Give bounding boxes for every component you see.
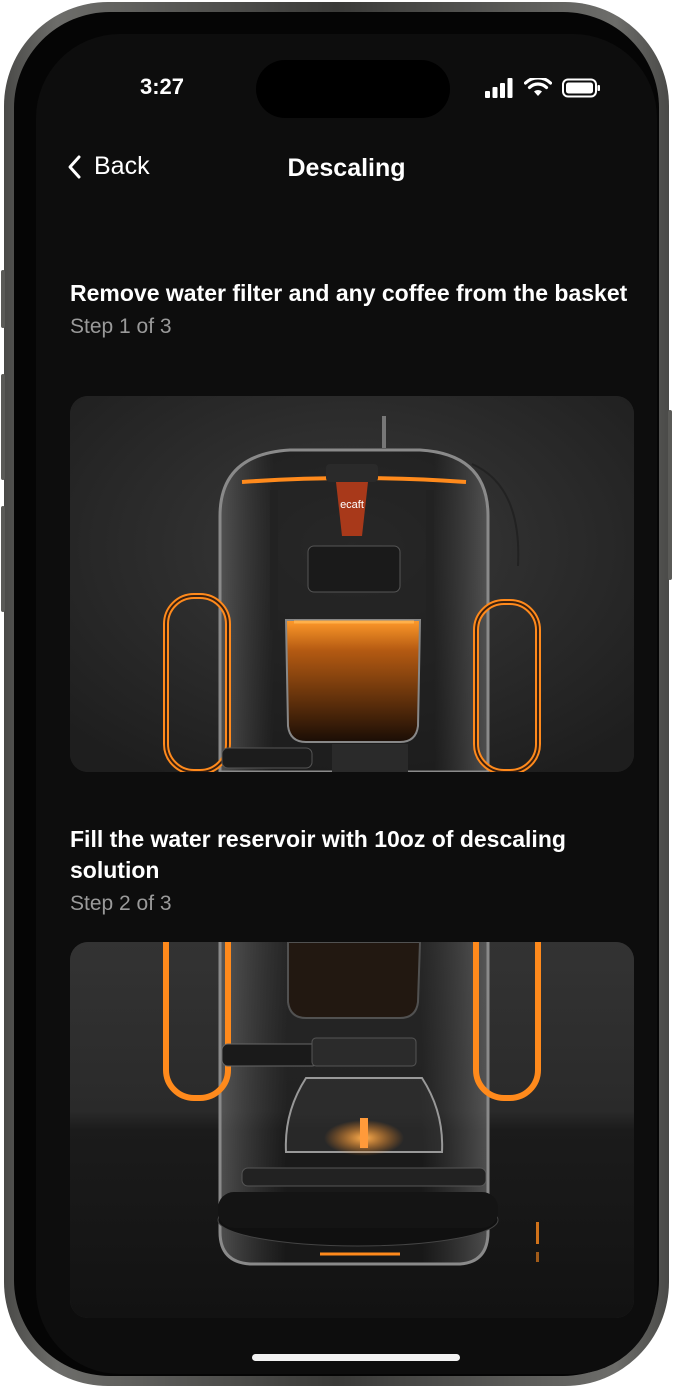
page-title: Descaling — [287, 154, 406, 182]
battery-icon — [562, 78, 600, 98]
cellular-signal-icon — [485, 78, 513, 98]
action-button — [1, 270, 5, 328]
phone-frame: 3:27 Back Descaling Remove water filter … — [1, 2, 672, 1386]
status-icons — [484, 76, 602, 100]
navigation-bar: Back Descaling — [36, 144, 657, 194]
bezel: 3:27 Back Descaling Remove water filter … — [14, 12, 659, 1376]
coffee-machine-base-photo — [70, 942, 634, 1318]
volume-up-button — [1, 374, 5, 480]
screen: 3:27 Back Descaling Remove water filter … — [36, 34, 657, 1374]
power-button — [668, 410, 672, 580]
dynamic-island — [256, 60, 450, 118]
coffee-machine-photo: ecaft — [70, 396, 634, 772]
step-header: Remove water filter and any coffee from … — [70, 278, 634, 339]
step-header: Fill the water reservoir with 10oz of de… — [70, 824, 634, 916]
svg-text:ecaft: ecaft — [340, 499, 364, 511]
volume-down-button — [1, 506, 5, 612]
step-counter: Step 2 of 3 — [70, 892, 172, 915]
home-indicator[interactable] — [252, 1354, 460, 1361]
step-counter: Step 1 of 3 — [70, 315, 172, 338]
status-time: 3:27 — [139, 74, 185, 99]
step-title: Fill the water reservoir with 10oz of de… — [70, 826, 566, 883]
wifi-icon — [524, 78, 552, 96]
step-title: Remove water filter and any coffee from … — [70, 280, 628, 306]
